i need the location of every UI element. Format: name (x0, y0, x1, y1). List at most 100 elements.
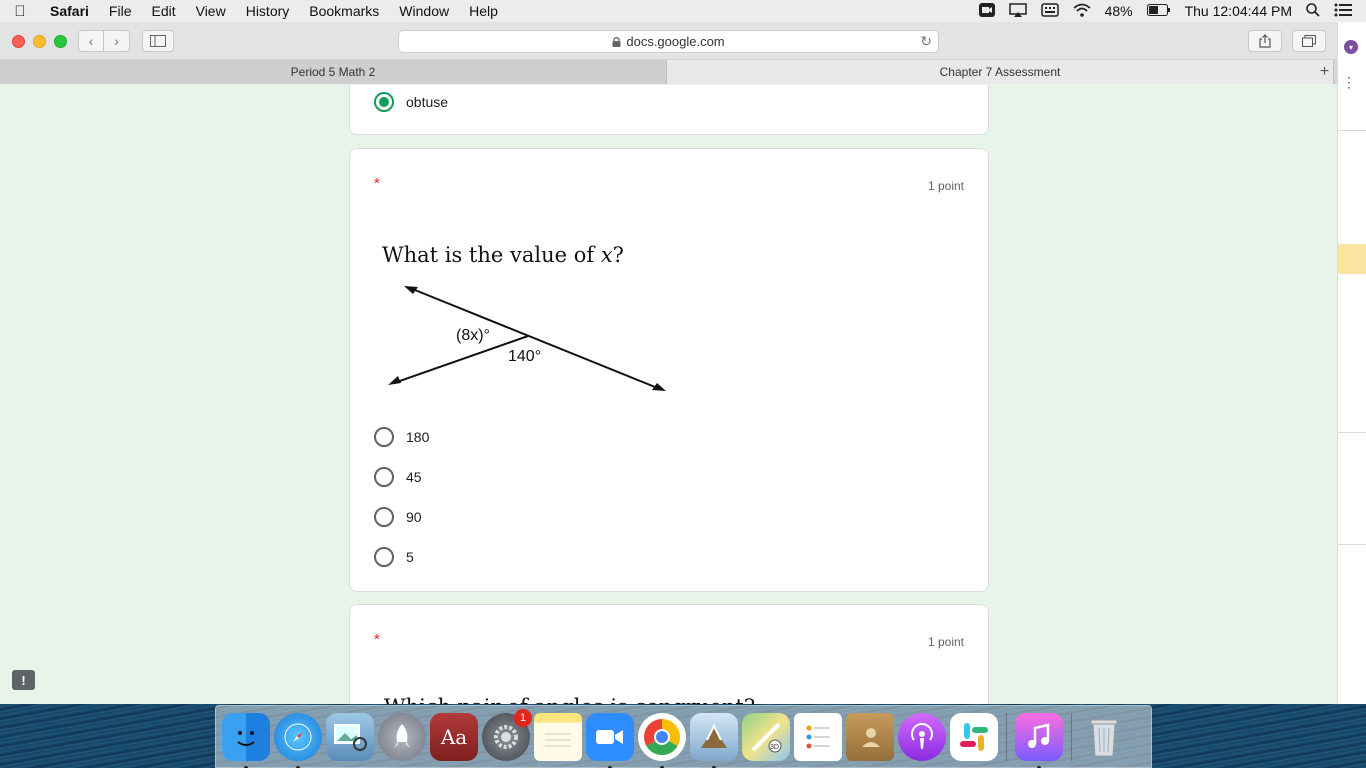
option-label: 90 (406, 509, 422, 525)
maps-icon[interactable]: 3D (742, 712, 790, 761)
chrome-icon[interactable] (638, 712, 686, 768)
tab-period-5-math-2[interactable]: Period 5 Math 2 (0, 60, 667, 84)
dock-separator (1071, 712, 1072, 761)
finder-icon[interactable] (222, 712, 270, 768)
show-tabs-button[interactable] (1292, 30, 1326, 52)
radio-button[interactable] (374, 547, 394, 567)
menu-history[interactable]: History (236, 3, 300, 19)
spotlight-search-icon[interactable] (1306, 2, 1320, 20)
angle-label-140: 140° (508, 348, 541, 365)
system-preferences-icon[interactable]: 1 (482, 708, 532, 761)
option-90[interactable]: 90 (374, 497, 429, 537)
radio-button[interactable] (374, 427, 394, 447)
close-window-button[interactable] (12, 35, 25, 48)
question-prompt: What is the value of (382, 243, 595, 267)
radio-selected[interactable] (374, 92, 394, 112)
minimize-window-button[interactable] (33, 35, 46, 48)
preview-icon[interactable] (326, 712, 374, 761)
menu-bookmarks[interactable]: Bookmarks (299, 3, 389, 19)
tabs-overview-icon (1302, 35, 1316, 47)
battery-icon[interactable] (1146, 3, 1171, 19)
menu-view[interactable]: View (186, 3, 236, 19)
question-points: 1 point (927, 179, 964, 193)
highlight-strip (1338, 244, 1366, 274)
feedback-icon[interactable]: ! (12, 670, 35, 690)
chevron-left-icon: ‹ (88, 33, 94, 49)
itunes-icon[interactable] (1015, 712, 1063, 768)
menu-file[interactable]: File (99, 3, 142, 19)
zoom-menu-icon[interactable] (978, 2, 995, 20)
notes-icon[interactable] (534, 712, 582, 761)
question-text: Which pair of angles is congruent? (384, 695, 755, 704)
option-label: 45 (406, 469, 422, 485)
required-asterisk: * (374, 631, 380, 648)
question-card-previous: obtuse (349, 85, 989, 135)
trash-icon[interactable] (1080, 713, 1128, 761)
url-text: docs.google.com (626, 34, 725, 49)
option-180[interactable]: 180 (374, 417, 429, 457)
form-content[interactable]: obtuse * 1 point What is the value of x?… (0, 85, 1337, 704)
svg-text:3D: 3D (770, 744, 779, 751)
back-button[interactable]: ‹ (78, 30, 104, 52)
background-window-edge: ▾ ⋮ (1337, 22, 1366, 704)
share-icon (1259, 34, 1271, 48)
menu-bar:  Safari File Edit View History Bookmark… (0, 0, 1366, 22)
answer-options: 180 45 90 5 (374, 417, 429, 577)
menubar-clock[interactable]: Thu 12:04:44 PM (1185, 3, 1292, 19)
radio-button[interactable] (374, 507, 394, 527)
dictionary-label: Aa (440, 724, 468, 749)
divider (1338, 544, 1366, 545)
profile-icon[interactable]: ▾ (1344, 40, 1358, 54)
question-card: * 1 point What is the value of x? (8x)° … (349, 148, 989, 592)
menu-window[interactable]: Window (389, 3, 459, 19)
tab-chapter-7-assessment[interactable]: Chapter 7 Assessment (667, 60, 1334, 84)
menu-edit[interactable]: Edit (141, 3, 185, 19)
contacts-icon[interactable] (846, 712, 894, 761)
navigation-buttons: ‹ › (78, 30, 130, 52)
tab-label: Chapter 7 Assessment (939, 65, 1061, 79)
safari-icon[interactable] (274, 712, 322, 768)
option-obtuse[interactable]: obtuse (374, 92, 448, 112)
keyboard-icon[interactable] (1040, 2, 1059, 20)
lock-icon (612, 36, 621, 47)
battery-percent: 48% (1104, 3, 1133, 19)
divider (1338, 130, 1366, 131)
podcasts-icon[interactable] (898, 712, 946, 761)
mail-icon[interactable] (690, 712, 738, 768)
reload-icon[interactable]: ↻ (920, 33, 932, 50)
question-card-next: * 1 point Which pair of angles is congru… (349, 604, 989, 704)
share-button[interactable] (1248, 30, 1282, 52)
slack-icon[interactable] (950, 712, 998, 761)
notification-badge: 1 (514, 708, 532, 727)
required-asterisk: * (374, 175, 380, 192)
address-bar[interactable]: docs.google.com ↻ (398, 30, 939, 53)
wifi-icon[interactable] (1072, 3, 1091, 20)
forward-button[interactable]: › (104, 30, 130, 52)
angle-figure: (8x)° 140° (388, 286, 666, 391)
option-45[interactable]: 45 (374, 457, 429, 497)
airplay-icon[interactable] (1008, 2, 1027, 20)
option-5[interactable]: 5 (374, 537, 429, 577)
line-transversal (409, 287, 661, 390)
angle-label-8x: (8x)° (456, 327, 490, 344)
question-points: 1 point (927, 635, 964, 649)
zoom-icon[interactable] (586, 712, 634, 768)
fullscreen-window-button[interactable] (54, 35, 67, 48)
radio-button[interactable] (374, 467, 394, 487)
apple-menu-icon[interactable]:  (0, 3, 40, 20)
reminders-icon[interactable] (794, 712, 842, 761)
question-variable: x (600, 243, 613, 267)
chevron-right-icon: › (114, 33, 119, 49)
sidebar-icon (150, 35, 166, 47)
menu-help[interactable]: Help (459, 3, 508, 19)
menu-app-name[interactable]: Safari (40, 3, 99, 19)
option-label: 180 (406, 429, 430, 445)
tab-label: Period 5 Math 2 (290, 65, 376, 79)
more-options-icon[interactable]: ⋮ (1342, 74, 1356, 91)
launchpad-icon[interactable] (378, 712, 426, 761)
sidebar-toggle-button[interactable] (142, 30, 174, 52)
browser-toolbar: ‹ › docs.google.com ↻ (0, 22, 1337, 60)
dictionary-icon[interactable]: Aa (430, 712, 478, 761)
notification-center-icon[interactable] (1334, 3, 1352, 20)
new-tab-button[interactable]: + (1312, 60, 1337, 84)
